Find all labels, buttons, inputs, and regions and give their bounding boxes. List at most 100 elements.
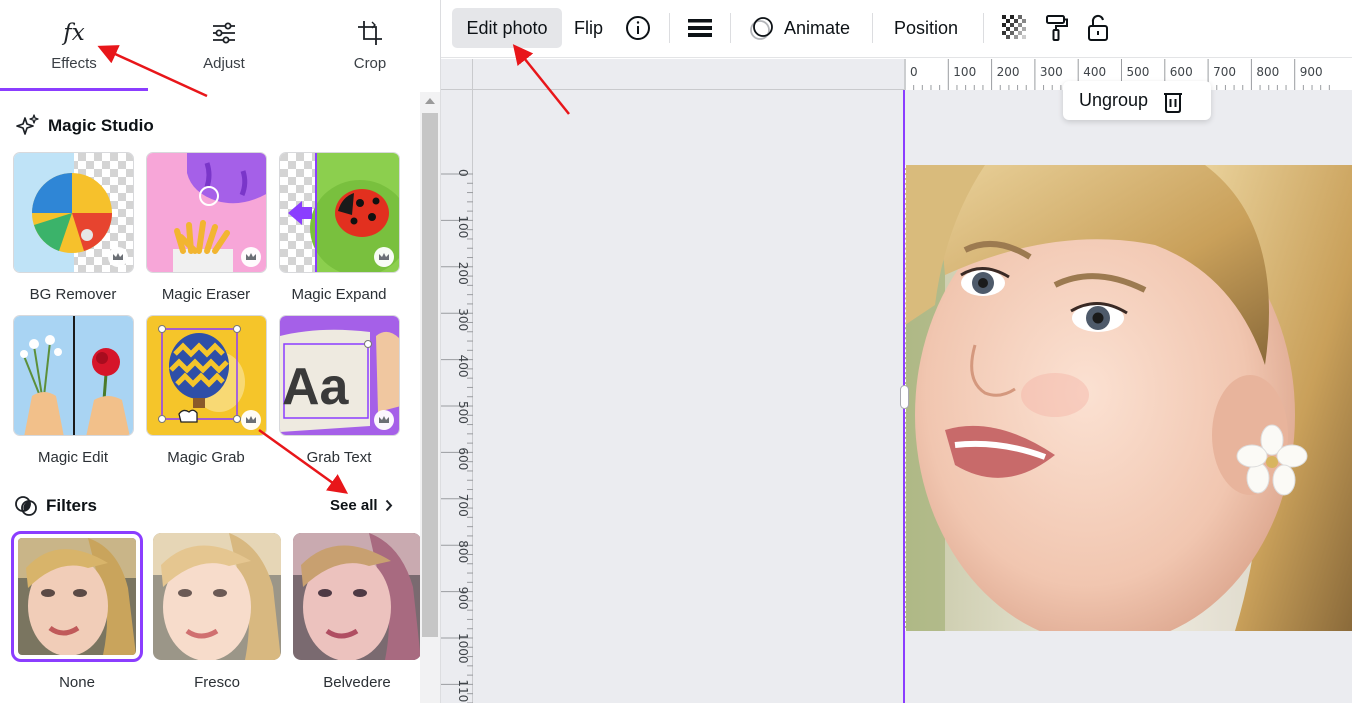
filters-title: Filters xyxy=(46,496,98,515)
tab-crop[interactable]: Crop xyxy=(296,0,440,90)
filter-label: Belvedere xyxy=(323,674,391,691)
transparency-icon xyxy=(1002,15,1026,39)
ruler-label: 200 xyxy=(997,65,1020,79)
info-button[interactable] xyxy=(625,8,651,48)
tool-grab-text[interactable]: Aa xyxy=(279,315,400,436)
crop-icon xyxy=(358,21,382,45)
scrollbar-thumb[interactable] xyxy=(422,113,438,637)
ruler-label: 600 xyxy=(456,447,470,470)
crown-icon xyxy=(241,247,261,267)
copy-style-button[interactable] xyxy=(1045,8,1069,48)
tool-label: Magic Grab xyxy=(167,449,245,466)
resize-handle[interactable] xyxy=(900,385,909,409)
tool-label: Magic Edit xyxy=(37,449,109,466)
toolbar-divider xyxy=(983,13,984,43)
filter-fresco[interactable] xyxy=(153,533,281,660)
filter-label: None xyxy=(59,674,95,691)
ruler-label: 600 xyxy=(1170,65,1193,79)
ruler-label: 300 xyxy=(1040,65,1063,79)
menu-icon xyxy=(688,19,712,37)
svg-text:Aa: Aa xyxy=(282,358,350,416)
ruler-label: 100 xyxy=(953,65,976,79)
see-all-link[interactable]: See all xyxy=(330,497,393,514)
ruler-label: 300 xyxy=(456,308,470,331)
filter-label: Fresco xyxy=(194,674,240,691)
vertical-ruler-ticks: 0 100 200 300 400 500 600 700 800 900 1000 1100 xyxy=(441,169,473,703)
tool-label: BG Remover xyxy=(29,286,117,303)
ruler-label: 900 xyxy=(1300,65,1323,79)
active-tab-indicator xyxy=(0,88,148,91)
toolbar-divider xyxy=(730,13,731,43)
tab-adjust[interactable]: Adjust xyxy=(150,0,298,90)
portrait-photo xyxy=(905,165,1352,631)
ruler-label: 1100 xyxy=(456,679,470,703)
chevron-right-icon xyxy=(385,499,392,512)
ruler-label: 200 xyxy=(456,262,470,285)
tool-label: Magic Expand xyxy=(291,286,387,303)
transparency-button[interactable] xyxy=(1002,8,1028,48)
crown-icon xyxy=(108,247,128,267)
magic-edit-thumbnail xyxy=(14,316,133,435)
tool-magic-edit[interactable] xyxy=(13,315,134,436)
ruler-corner xyxy=(441,59,473,90)
filter-none[interactable] xyxy=(11,531,143,662)
selected-photo[interactable] xyxy=(905,165,1352,631)
scroll-up-arrow-icon[interactable] xyxy=(425,98,435,104)
ruler-label: 500 xyxy=(1127,65,1150,79)
crown-icon xyxy=(241,410,261,430)
ruler-label: 800 xyxy=(456,540,470,563)
fx-icon: fx xyxy=(63,20,85,46)
tool-bg-remover[interactable] xyxy=(13,152,134,273)
filter-belvedere[interactable] xyxy=(293,533,421,660)
context-toolbar: Edit photo Flip Animate Position xyxy=(441,0,1352,58)
lock-icon xyxy=(1088,14,1108,41)
edit-photo-button[interactable]: Edit photo xyxy=(452,8,562,48)
ruler-label: 1000 xyxy=(456,633,470,664)
trash-icon[interactable] xyxy=(1162,89,1184,113)
side-panel: fx Effects Adjust Crop Magic Studio BG R… xyxy=(0,0,441,703)
filters-heading: Filters xyxy=(14,494,97,518)
filter-belvedere-thumbnail xyxy=(293,533,421,660)
tool-magic-grab[interactable] xyxy=(146,315,267,436)
ungroup-button[interactable]: Ungroup xyxy=(1063,81,1211,120)
info-icon xyxy=(626,16,650,40)
toolbar-divider xyxy=(669,13,670,43)
toolbar-divider xyxy=(872,13,873,43)
tab-effects[interactable]: fx Effects xyxy=(0,0,148,90)
flip-button[interactable]: Flip xyxy=(574,8,603,48)
ruler-label: 0 xyxy=(910,65,918,79)
position-button[interactable]: Position xyxy=(894,8,958,48)
crown-icon xyxy=(374,247,394,267)
filters-icon xyxy=(15,496,37,516)
tool-magic-expand[interactable] xyxy=(279,152,400,273)
paint-roller-icon xyxy=(1046,15,1068,41)
magic-studio-title: Magic Studio xyxy=(48,116,154,135)
ruler-label: 0 xyxy=(456,169,470,177)
animate-button[interactable]: Animate xyxy=(749,8,850,48)
tab-effects-label: Effects xyxy=(51,55,97,72)
filter-none-thumbnail xyxy=(18,538,136,655)
tab-adjust-label: Adjust xyxy=(203,55,245,72)
ruler-label: 400 xyxy=(1083,65,1106,79)
layers-button[interactable] xyxy=(688,8,712,48)
tool-label: Magic Eraser xyxy=(161,286,251,303)
ruler-label: 800 xyxy=(1256,65,1279,79)
ruler-label: 900 xyxy=(456,587,470,610)
ruler-label: 100 xyxy=(456,215,470,238)
sliders-icon xyxy=(213,22,235,44)
crown-icon xyxy=(374,410,394,430)
ungroup-label: Ungroup xyxy=(1079,90,1149,110)
lock-button[interactable] xyxy=(1087,8,1109,48)
ruler-label: 400 xyxy=(456,355,470,378)
see-all-label: See all xyxy=(330,497,378,514)
tool-label: Grab Text xyxy=(306,449,372,466)
panel-scrollbar[interactable] xyxy=(420,92,440,703)
vertical-ruler: 0 100 200 300 400 500 600 700 800 900 1000 1100 xyxy=(441,90,473,703)
filter-fresco-thumbnail xyxy=(153,533,281,660)
canvas-workspace[interactable]: 0 100 200 300 400 500 600 700 800 900 0 100 200 300 4… xyxy=(441,59,1352,703)
animate-icon xyxy=(750,17,773,40)
ruler-label: 500 xyxy=(456,401,470,424)
tool-magic-eraser[interactable] xyxy=(146,152,267,273)
ruler-label: 700 xyxy=(456,494,470,517)
animate-label: Animate xyxy=(784,17,851,38)
